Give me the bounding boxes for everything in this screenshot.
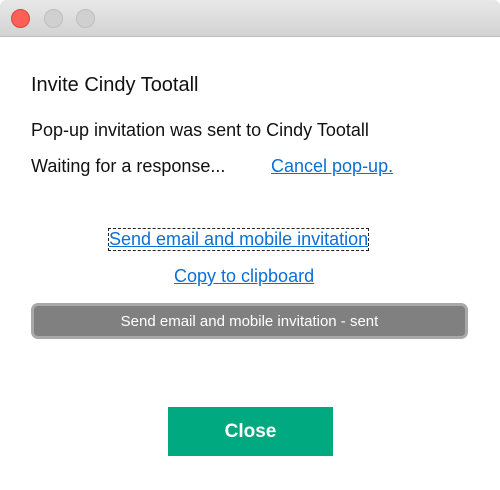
status-text: Pop-up invitation was sent to Cindy Toot… xyxy=(31,120,369,140)
zoom-window-button[interactable] xyxy=(76,9,95,28)
cancel-popup-link[interactable]: Cancel pop-up. xyxy=(271,156,393,177)
dialog-title: Invite Cindy Tootall xyxy=(31,74,199,96)
copy-to-clipboard-link[interactable]: Copy to clipboard xyxy=(174,266,314,287)
invitation-sent-button[interactable]: Send email and mobile invitation - sent xyxy=(31,303,468,339)
waiting-text: Waiting for a response... xyxy=(31,156,226,176)
minimize-window-button[interactable] xyxy=(44,9,63,28)
close-window-button[interactable] xyxy=(11,9,30,28)
close-button[interactable]: Close xyxy=(168,407,333,456)
send-email-mobile-invitation-link[interactable]: Send email and mobile invitation xyxy=(107,228,370,251)
window-titlebar xyxy=(0,0,500,37)
